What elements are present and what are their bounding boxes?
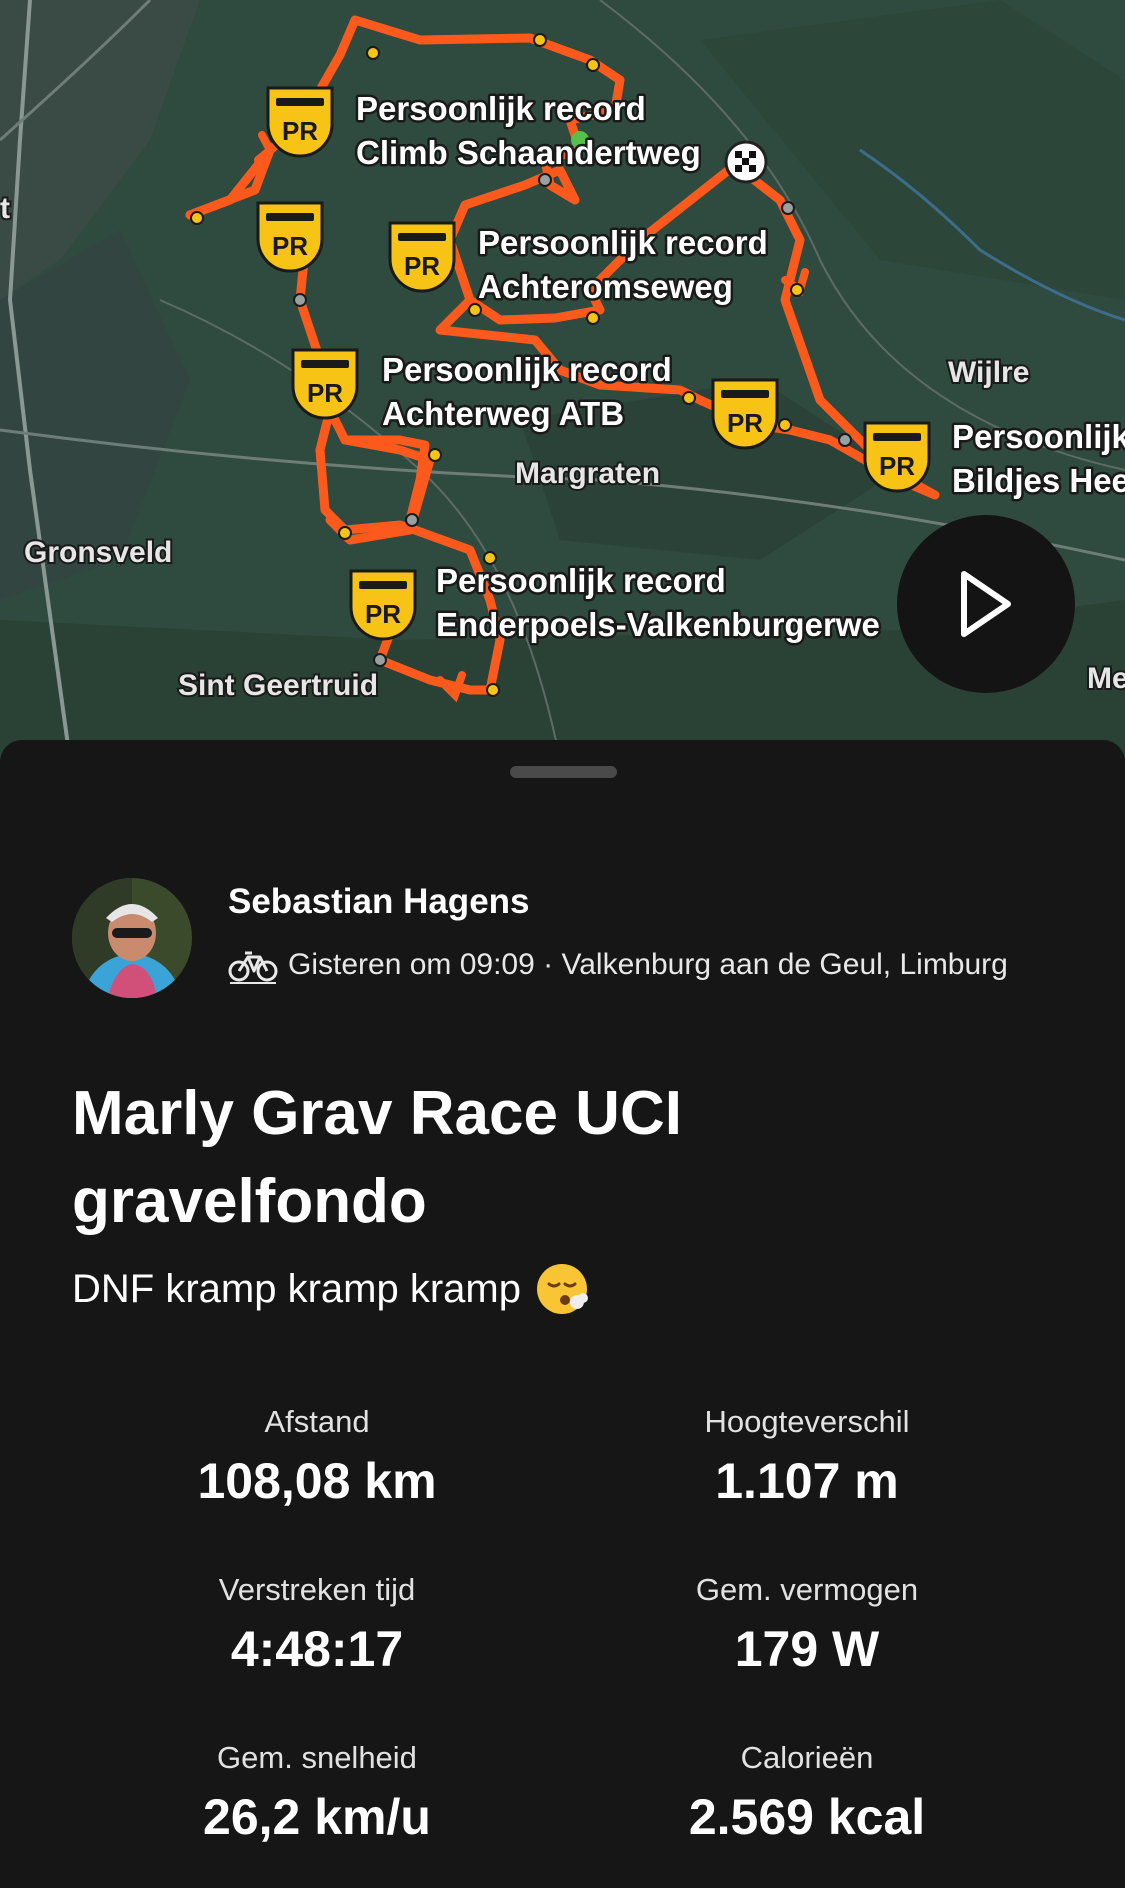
segment-label-line2: Enderpoels-Valkenburgerwe [436,606,880,643]
stat-label: Afstand [264,1404,370,1439]
stat-value: 1.107 m [715,1453,899,1509]
place-label: t [0,192,10,225]
pr-badge-icon: PR [863,421,931,493]
segment-label-line2: Achteromseweg [478,268,733,305]
stat-distance: Afstand 108,08 km [87,1404,547,1510]
svg-text:PR: PR [365,599,401,629]
pr-badge-icon: PR [291,348,359,420]
segment-label-line2: Achterweg ATB [382,395,624,432]
stat-elevation: Hoogteverschil 1.107 m [577,1404,1037,1510]
stat-label: Calorieën [740,1740,874,1775]
stat-value: 4:48:17 [230,1621,404,1677]
pr-badge-icon: PR [388,221,456,293]
athlete-name[interactable]: Sebastian Hagens [228,882,530,922]
stat-calories: Calorieën 2.569 kcal [577,1740,1037,1846]
play-icon [961,571,1011,637]
svg-text:PR: PR [727,408,763,438]
activity-meta-text: Gisteren om 09:09 · Valkenburg aan de Ge… [288,948,1008,981]
segment-label-line1: Persoonlijk record [382,351,672,388]
pr-badge-icon: PR [711,378,779,450]
pr-badge-icon: PR [266,86,334,158]
place-label: Wijlre [948,356,1029,389]
svg-text:PR: PR [272,231,308,261]
stat-avg-speed: Gem. snelheid 26,2 km/u [87,1740,547,1846]
stat-value: 179 W [734,1621,880,1677]
avatar[interactable] [72,878,192,998]
stat-label: Gem. snelheid [217,1740,417,1775]
svg-text:PR: PR [404,251,440,281]
segment-label-line2: Bildjes Hee [952,462,1125,499]
activity-title: Marly Grav Race UCI gravelfondo [72,1079,682,1236]
stat-value: 108,08 km [197,1453,437,1509]
activity-meta: Gisteren om 09:09 · Valkenburg aan de Ge… [228,945,1008,985]
stat-label: Hoogteverschil [704,1404,910,1439]
pr-badge-icon: PR [256,201,324,273]
finish-flag-icon [724,140,768,184]
route-map[interactable]: PR PR PR PR PR PR PR Persoonlijk record … [0,0,1125,760]
segment-label-line1: Persoonlijk [952,418,1125,455]
place-label: Margraten [515,457,660,490]
segment-label-line1: Persoonlijk record [436,562,726,599]
activity-sheet: Sebastian Hagens Gisteren om 09:09 · Val… [0,740,1125,1888]
svg-text:PR: PR [282,116,318,146]
stat-label: Gem. vermogen [695,1572,919,1607]
activity-description-text: DNF kramp kramp kramp [72,1266,521,1311]
stat-value: 26,2 km/u [203,1789,431,1845]
pr-badge-icon: PR [349,569,417,641]
stat-label: Verstreken tijd [218,1572,416,1607]
svg-text:PR: PR [879,451,915,481]
stat-value: 2.569 kcal [688,1789,926,1845]
svg-text:PR: PR [307,378,343,408]
segment-label-line2: Climb Schaandertweg [356,134,701,171]
segment-label-line1: Persoonlijk record [478,224,768,261]
stat-avg-power: Gem. vermogen 179 W [577,1572,1037,1678]
bike-icon [228,951,278,984]
sheet-drag-handle[interactable] [510,766,617,778]
place-label: Sint Geertruid [178,669,378,702]
exhaling-face-emoji [536,1264,588,1314]
play-button[interactable] [897,515,1075,693]
place-label: Gronsveld [24,536,172,569]
segment-label-line1: Persoonlijk record [356,90,646,127]
stat-elapsed-time: Verstreken tijd 4:48:17 [87,1572,547,1678]
activity-description: DNF kramp kramp kramp [72,1262,589,1316]
place-label: Me [1087,662,1125,695]
